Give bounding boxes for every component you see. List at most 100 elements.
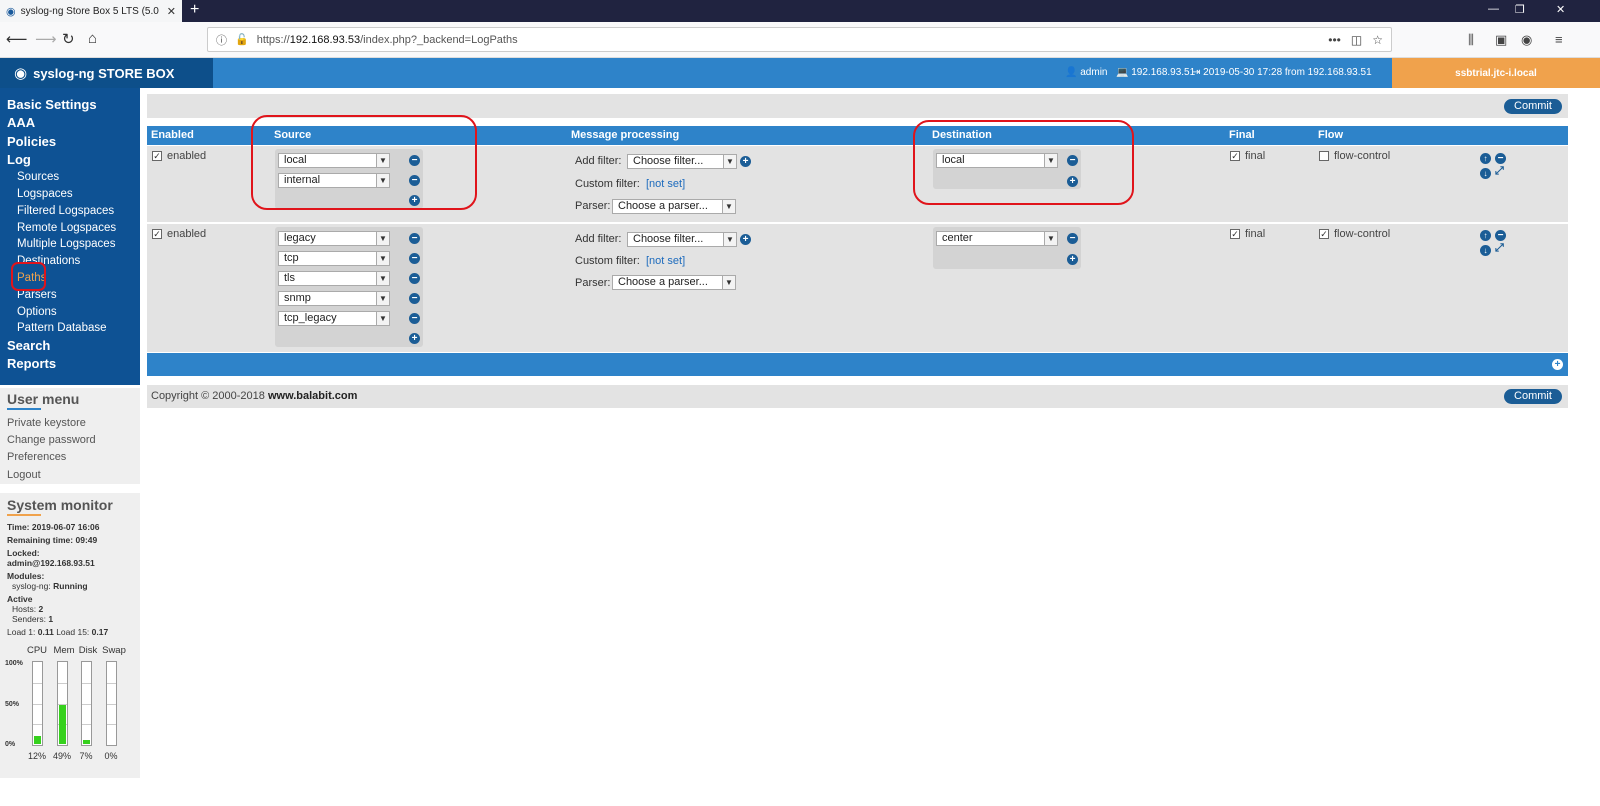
menu-icon[interactable]: ≡ [1555,32,1563,47]
parser-select[interactable]: Choose a parser... ▼ [612,199,736,214]
filter-select[interactable]: Choose filter... ▼ [627,232,737,247]
remove-icon[interactable]: − [409,233,420,244]
browser-tab-bar: ◉ syslog-ng Store Box 5 LTS (5.0 ✕ + — ❐… [0,0,1600,22]
custom-filter-link[interactable]: [not set] [646,255,685,267]
flow-control-checkbox[interactable]: ✓ flow-control [1319,228,1390,240]
source-select[interactable]: legacy ▼ [278,231,390,246]
remove-icon[interactable]: − [409,253,420,264]
nav-log-pattern-database[interactable]: Pattern Database [0,320,140,337]
add-path-icon[interactable]: + [1552,359,1563,370]
commit-button-bottom[interactable]: Commit [1504,389,1562,404]
back-icon[interactable]: ⟵ [6,30,28,48]
delete-path-icon[interactable]: − [1495,153,1506,164]
user-menu-private-keystore[interactable]: Private keystore [7,417,133,434]
disk-meter [81,661,92,746]
login-info: ⇥ 2019-05-30 17:28 from 192.168.93.51 [1192,67,1372,78]
forward-icon[interactable]: ⟶ [35,30,57,48]
enabled-checkbox[interactable]: ✓ enabled [152,150,206,162]
commit-button-top[interactable]: Commit [1504,99,1562,114]
checkbox-checked-icon: ✓ [152,151,162,161]
sm-locked-by: admin@192.168.93.51 [7,558,95,568]
enabled-checkbox[interactable]: ✓ enabled [152,228,206,240]
lock-warning-icon[interactable]: 🔓 [235,33,249,46]
filter-select[interactable]: Choose filter... ▼ [627,154,737,169]
destination-select[interactable]: center ▼ [936,231,1058,246]
bookmark-star-icon[interactable]: ☆ [1372,33,1383,47]
delete-path-icon[interactable]: − [1495,230,1506,241]
source-list: legacy ▼ − tcp ▼ − tls ▼ − snmp ▼ − tcp_lega… [275,227,423,347]
nav-policies[interactable]: Policies [0,133,140,151]
source-select[interactable]: tcp_legacy ▼ [278,311,390,326]
expand-icon[interactable]: ⤢ [1495,165,1504,178]
move-down-icon[interactable]: ↓ [1480,245,1491,256]
remove-icon[interactable]: − [409,293,420,304]
move-up-icon[interactable]: ↑ [1480,153,1491,164]
nav-log-logspaces[interactable]: Logspaces [0,186,140,203]
nav-log-filtered-logspaces[interactable]: Filtered Logspaces [0,203,140,220]
system-monitor: System monitor Time: 2019-06-07 16:06 Re… [0,493,140,778]
nav-log-sources[interactable]: Sources [0,169,140,186]
remove-icon[interactable]: − [409,273,420,284]
custom-filter-link[interactable]: [not set] [646,178,685,190]
flow-control-checkbox[interactable]: flow-control [1319,150,1390,162]
chevron-down-icon: ▼ [723,155,736,168]
window-close-icon[interactable]: ✕ [1556,3,1565,16]
nav-aaa[interactable]: AAA [0,114,140,132]
chevron-down-icon: ▼ [376,232,389,245]
restore-icon[interactable]: ❐ [1515,3,1525,16]
add-filter-icon[interactable]: + [740,156,751,167]
parser-label: Parser: [575,200,611,212]
source-select[interactable]: tcp ▼ [278,251,390,266]
nav-reports[interactable]: Reports [0,355,140,373]
final-checkbox[interactable]: ✓ final [1230,228,1265,240]
library-icon[interactable]: ⫼ [1468,32,1474,48]
syslog-ng-favicon-icon: ◉ [6,5,16,18]
nav-log-remote-logspaces[interactable]: Remote Logspaces [0,220,140,237]
system-monitor-title: System monitor [7,497,113,516]
nav-search[interactable]: Search [0,337,140,355]
nav-log-multiple-logspaces[interactable]: Multiple Logspaces [0,236,140,253]
reload-icon[interactable]: ↻ [62,30,75,48]
sm-senders: Senders: 1 [12,614,54,624]
sidebar-toggle-icon[interactable]: ▣ [1495,32,1507,48]
user-menu-change-password[interactable]: Change password [7,434,133,451]
nav-log[interactable]: Log [0,151,140,169]
add-filter-label: Add filter: [575,155,622,167]
remove-icon[interactable]: − [409,313,420,324]
destination-highlight-annotation [913,120,1134,205]
chevron-down-icon: ▼ [376,292,389,305]
page-footer: Copyright © 2000-2018 www.balabit.com Co… [147,385,1568,408]
source-select[interactable]: tls ▼ [278,271,390,286]
new-tab-icon[interactable]: + [190,1,199,19]
nav-basic-settings[interactable]: Basic Settings [0,96,140,114]
user-menu-logout[interactable]: Logout [7,469,133,486]
source-select[interactable]: snmp ▼ [278,291,390,306]
axis-100: 100% [5,660,23,667]
url-text[interactable]: https://192.168.93.53/index.php?_backend… [257,34,1319,46]
remove-icon[interactable]: − [1067,233,1078,244]
axis-0: 0% [5,741,16,748]
close-icon[interactable]: ✕ [167,5,176,18]
parser-select[interactable]: Choose a parser... ▼ [612,275,736,290]
nav-log-options[interactable]: Options [0,304,140,321]
add-filter-icon[interactable]: + [740,234,751,245]
move-down-icon[interactable]: ↓ [1480,168,1491,179]
app-logo[interactable]: ◉ syslog-ng STORE BOX [0,58,213,88]
account-icon[interactable]: ◉ [1521,32,1532,48]
move-up-icon[interactable]: ↑ [1480,230,1491,241]
more-actions-icon[interactable]: ••• [1328,33,1341,47]
sm-locked: Locked: [7,548,40,558]
minimize-icon[interactable]: — [1488,3,1499,15]
browser-tab[interactable]: ◉ syslog-ng Store Box 5 LTS (5.0 ✕ [0,0,182,22]
checkbox-checked-icon: ✓ [1319,229,1329,239]
add-source-icon[interactable]: + [409,333,420,344]
balabit-link[interactable]: www.balabit.com [268,390,357,402]
info-icon[interactable]: ⓘ [216,32,227,48]
add-destination-icon[interactable]: + [1067,254,1078,265]
user-menu-preferences[interactable]: Preferences [7,451,133,468]
expand-icon[interactable]: ⤢ [1495,242,1504,255]
url-bar[interactable]: ⓘ 🔓 https://192.168.93.53/index.php?_bac… [207,27,1392,52]
pocket-icon[interactable]: ◫ [1351,33,1362,47]
home-icon[interactable]: ⌂ [88,30,97,47]
final-checkbox[interactable]: ✓ final [1230,150,1265,162]
